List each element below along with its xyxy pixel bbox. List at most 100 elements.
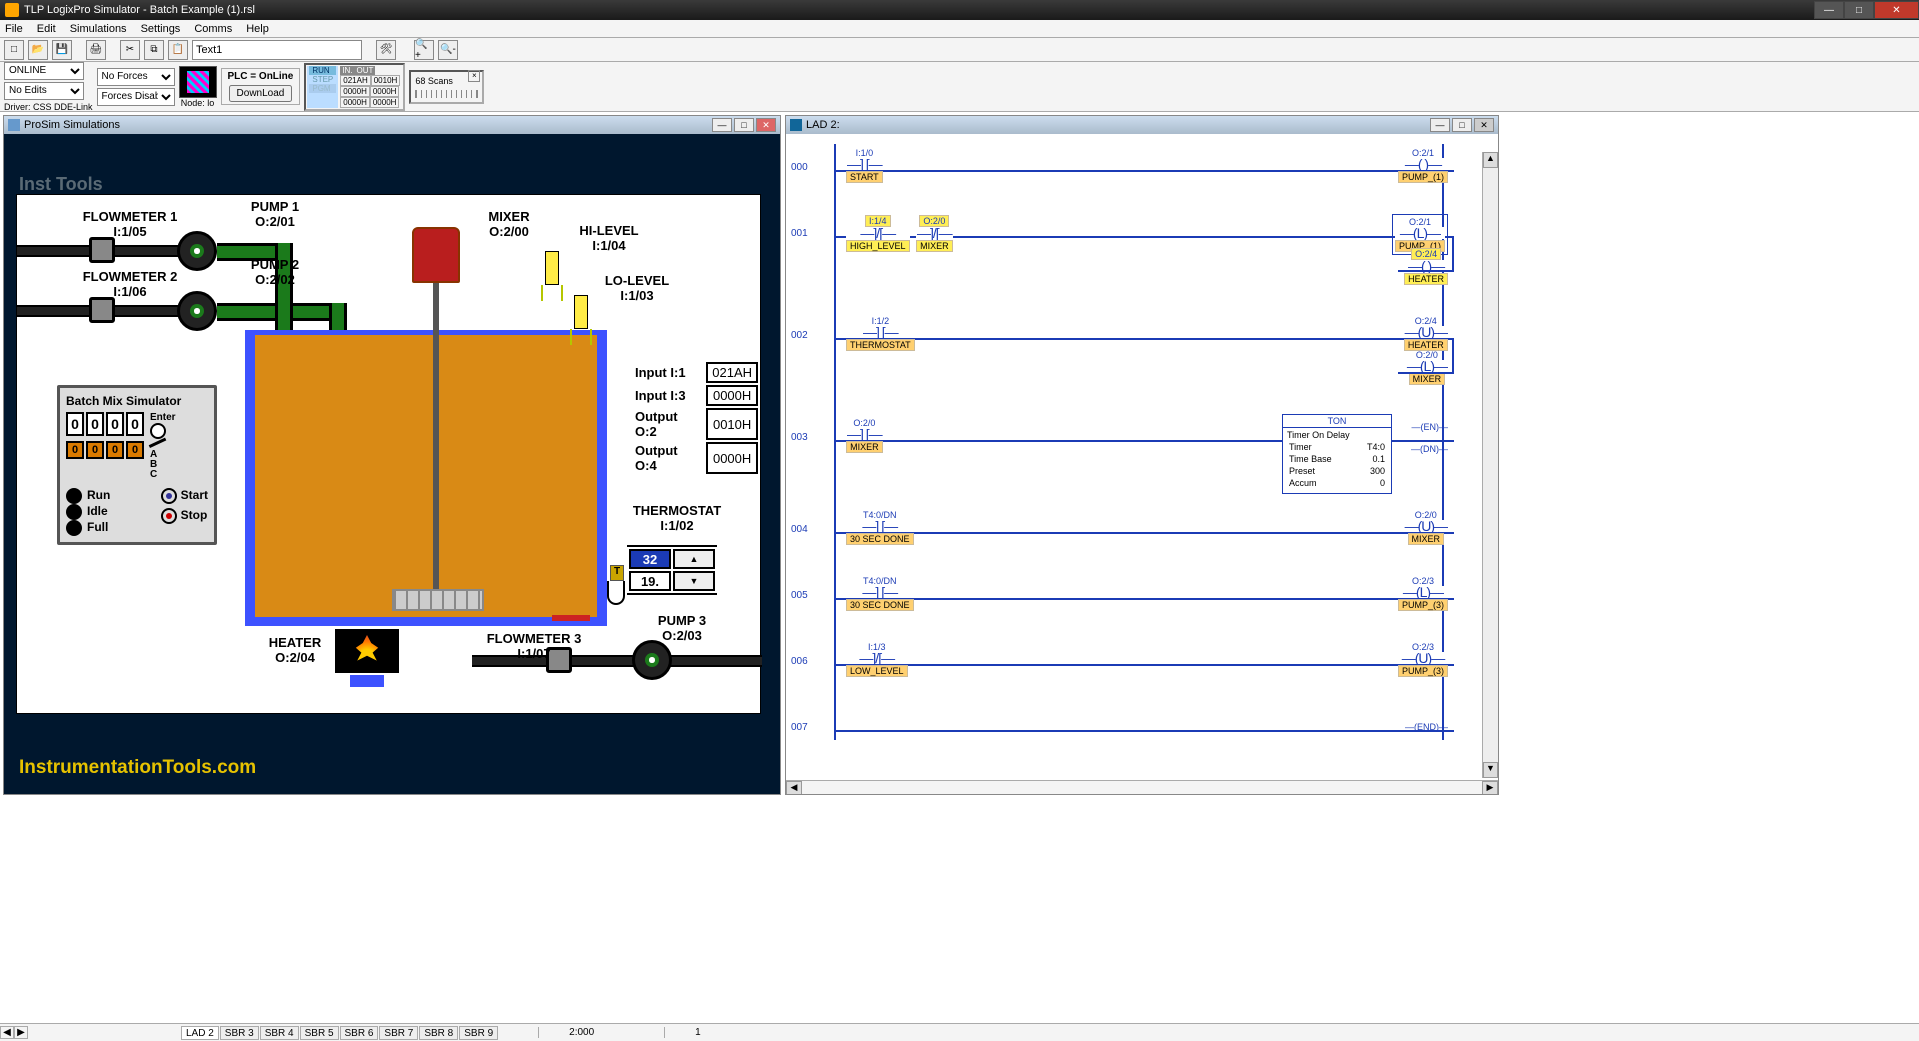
- close-button[interactable]: ✕: [1874, 1, 1919, 19]
- zoom-out-icon[interactable]: 🔍-: [438, 40, 458, 60]
- forces-select[interactable]: No Forces: [97, 68, 175, 86]
- prosim-close-button[interactable]: ✕: [756, 118, 776, 132]
- io-val: 0000H: [340, 97, 370, 108]
- ladder-vscroll[interactable]: ▲▼: [1482, 152, 1498, 778]
- instruction[interactable]: T4:0/DN—] [—30 SEC DONE: [846, 510, 914, 545]
- tools-icon[interactable]: 🛠: [376, 40, 396, 60]
- scan-close-icon[interactable]: ×: [468, 70, 480, 82]
- scroll-down-icon[interactable]: ▼: [1483, 762, 1498, 778]
- output-instruction[interactable]: O:2/4—( )—HEATER: [1404, 248, 1448, 285]
- plc-mode-panel: RUN STEP PGM IN.OUT 021AH0010H 0000H0000…: [304, 63, 405, 111]
- menu-help[interactable]: Help: [246, 23, 269, 35]
- forces-disabled-select[interactable]: Forces Disabled: [97, 88, 175, 106]
- maximize-button[interactable]: □: [1844, 1, 1874, 19]
- subroutine-tab[interactable]: LAD 2: [181, 1026, 219, 1040]
- menu-settings[interactable]: Settings: [141, 23, 181, 35]
- plc-panel: PLC = OnLine DownLoad: [221, 68, 301, 105]
- instruction[interactable]: I:1/0—] [—START: [846, 148, 883, 183]
- print-icon[interactable]: 🖨: [86, 40, 106, 60]
- minimize-button[interactable]: —: [1814, 1, 1844, 19]
- mode-run[interactable]: RUN: [309, 66, 336, 75]
- instruction[interactable]: O:2/0—] [—MIXER: [846, 418, 883, 453]
- plc-key-icon[interactable]: [179, 66, 217, 98]
- instruction[interactable]: I:1/2—] [—THERMOSTAT: [846, 316, 915, 351]
- scan-panel: × 68 Scans: [409, 70, 484, 104]
- rung-001[interactable]: 001I:1/4—]/[—HIGH_LEVELO:2/0—]/[—MIXERO:…: [816, 210, 1462, 306]
- rung-002[interactable]: 002I:1/2—] [—THERMOSTATO:2/4—(U)—HEATERO…: [816, 312, 1462, 408]
- subroutine-tab[interactable]: SBR 7: [379, 1026, 418, 1040]
- subroutine-tab[interactable]: SBR 5: [300, 1026, 339, 1040]
- output-instruction[interactable]: O:2/1—( )—PUMP_(1): [1398, 148, 1448, 183]
- menu-file[interactable]: File: [5, 23, 23, 35]
- output-instruction[interactable]: O:2/0—(U)—MIXER: [1404, 510, 1448, 545]
- edits-select[interactable]: No Edits: [4, 82, 84, 100]
- scroll-right-icon[interactable]: ▶: [1482, 781, 1498, 794]
- rung-005[interactable]: 005T4:0/DN—] [—30 SEC DONEO:2/3—(L)—PUMP…: [816, 572, 1462, 632]
- open-file-icon[interactable]: 📂: [28, 40, 48, 60]
- mode-pgm[interactable]: PGM: [309, 84, 336, 93]
- output-instruction[interactable]: O:2/4—(U)—HEATER: [1404, 316, 1448, 351]
- rung-000[interactable]: 000I:1/0—] [—STARTO:2/1—( )—PUMP_(1): [816, 144, 1462, 204]
- driver-label: Driver: CSS DDE-Link: [4, 102, 93, 112]
- stop-button[interactable]: [161, 508, 177, 524]
- instruction[interactable]: I:1/3—]/[—LOW_LEVEL: [846, 642, 908, 677]
- batch-digit[interactable]: 0: [66, 412, 84, 436]
- selector-lever-icon[interactable]: [149, 438, 167, 448]
- menu-simulations[interactable]: Simulations: [70, 23, 127, 35]
- tab-scroll-right-icon[interactable]: ▶: [14, 1026, 28, 1039]
- rung-004[interactable]: 004T4:0/DN—] [—30 SEC DONEO:2/0—(U)—MIXE…: [816, 506, 1462, 566]
- instruction[interactable]: I:1/4—]/[—HIGH_LEVEL: [846, 214, 910, 252]
- online-select[interactable]: ONLINE: [4, 62, 84, 80]
- instruction[interactable]: O:2/0—]/[—MIXER: [916, 214, 953, 252]
- batch-digit[interactable]: 0: [106, 412, 124, 436]
- app-titlebar: TLP LogixPro Simulator - Batch Example (…: [0, 0, 1919, 20]
- copy-icon[interactable]: ⧉: [144, 40, 164, 60]
- ladder-max-button[interactable]: □: [1452, 118, 1472, 132]
- subroutine-tab[interactable]: SBR 9: [459, 1026, 498, 1040]
- prosim-max-button[interactable]: □: [734, 118, 754, 132]
- enter-switch[interactable]: [150, 423, 166, 439]
- output-instruction[interactable]: O:2/3—(U)—PUMP_(3): [1398, 642, 1448, 677]
- thermo-t-chip: T: [610, 565, 624, 581]
- rung-number: 004: [791, 524, 808, 535]
- address-input[interactable]: [192, 40, 362, 60]
- subroutine-tab[interactable]: SBR 6: [340, 1026, 379, 1040]
- menu-comms[interactable]: Comms: [194, 23, 232, 35]
- page-label: 1: [664, 1027, 731, 1038]
- batch-digit[interactable]: 0: [86, 412, 104, 436]
- rung-007[interactable]: 007—(END)—: [816, 704, 1462, 764]
- subroutine-tab[interactable]: SBR 4: [260, 1026, 299, 1040]
- prosim-window-icon: [8, 119, 20, 131]
- rung-006[interactable]: 006I:1/3—]/[—LOW_LEVELO:2/3—(U)—PUMP_(3): [816, 638, 1462, 698]
- ladder-close-button[interactable]: ✕: [1474, 118, 1494, 132]
- scroll-up-icon[interactable]: ▲: [1483, 152, 1498, 168]
- instruction[interactable]: T4:0/DN—] [—30 SEC DONE: [846, 576, 914, 611]
- cut-icon[interactable]: ✂: [120, 40, 140, 60]
- zoom-in-icon[interactable]: 🔍+: [414, 40, 434, 60]
- thermo-down-button[interactable]: ▼: [673, 571, 715, 591]
- subroutine-tab[interactable]: SBR 8: [419, 1026, 458, 1040]
- mode-step[interactable]: STEP: [309, 75, 336, 84]
- ladder-min-button[interactable]: —: [1430, 118, 1450, 132]
- ladder-window: LAD 2: — □ ✕ ▲▼ 000I:1/0—] [—STARTO:2/1—…: [785, 115, 1499, 795]
- timer-instruction[interactable]: TONTimer On DelayTimerT4:0Time Base0.1Pr…: [1282, 414, 1392, 494]
- prosim-title: ProSim Simulations: [24, 119, 120, 131]
- download-button[interactable]: DownLoad: [229, 85, 293, 102]
- new-file-icon[interactable]: □: [4, 40, 24, 60]
- tab-scroll-left-icon[interactable]: ◀: [0, 1026, 14, 1039]
- batch-bcd: 0: [106, 441, 124, 459]
- rung-003[interactable]: 003O:2/0—] [—MIXERTONTimer On DelayTimer…: [816, 414, 1462, 500]
- scroll-left-icon[interactable]: ◀: [786, 781, 802, 794]
- output-instruction[interactable]: O:2/0—(L)—MIXER: [1406, 350, 1448, 385]
- menu-edit[interactable]: Edit: [37, 23, 56, 35]
- batch-digit[interactable]: 0: [126, 412, 144, 436]
- subroutine-tab[interactable]: SBR 3: [220, 1026, 259, 1040]
- save-icon[interactable]: 💾: [52, 40, 72, 60]
- thermo-up-button[interactable]: ▲: [673, 549, 715, 569]
- prosim-min-button[interactable]: —: [712, 118, 732, 132]
- paste-icon[interactable]: 📋: [168, 40, 188, 60]
- start-button[interactable]: [161, 488, 177, 504]
- output-instruction[interactable]: O:2/3—(L)—PUMP_(3): [1398, 576, 1448, 611]
- ladder-hscroll[interactable]: ◀▶: [786, 780, 1498, 794]
- thermostat-panel[interactable]: 32▲ 19.▼: [627, 545, 717, 595]
